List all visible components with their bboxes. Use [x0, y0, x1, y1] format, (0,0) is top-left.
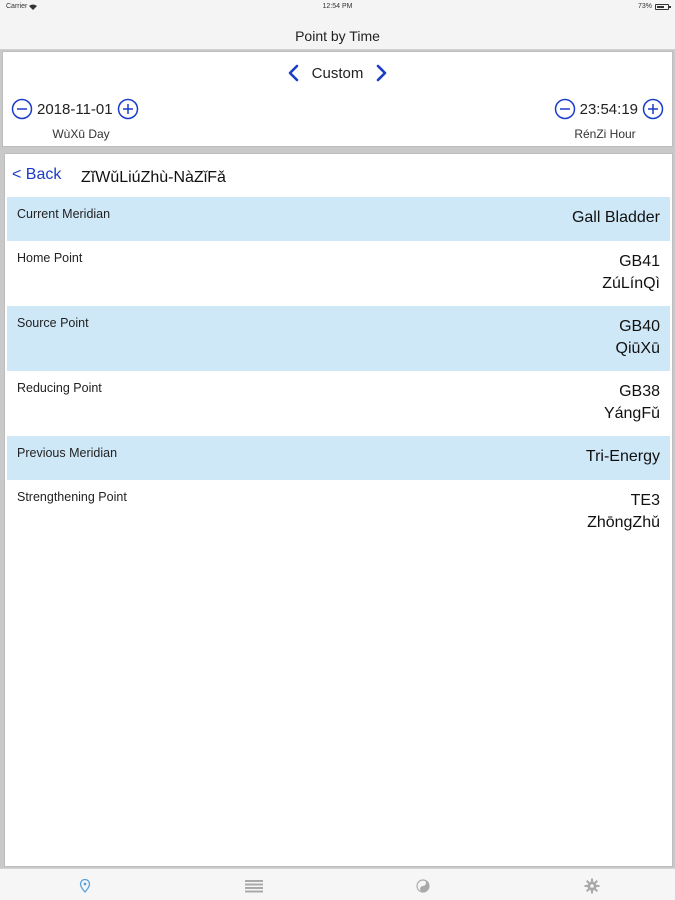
time-selector-card: Custom 2018-11-01 WùXū Day 23:54:19 RénZ… [2, 51, 673, 147]
row-point-name: ZhōngZhǔ [587, 514, 660, 531]
row-point-code: TE3 [630, 492, 660, 509]
date-value: 2018-11-01 [37, 100, 113, 118]
nav-title: Point by Time [295, 28, 380, 44]
row-value: Gall Bladder [571, 209, 660, 226]
plus-circle-icon [117, 98, 138, 120]
plus-circle-icon [642, 98, 664, 120]
date-stepper: 2018-11-01 [11, 98, 139, 120]
status-bar: Carrier 12:54 PM 73% [0, 0, 675, 14]
list-icon [245, 880, 263, 893]
back-button[interactable]: < Back [12, 166, 61, 184]
time-increment-button[interactable] [642, 98, 664, 120]
previous-meridian-row: Previous Meridian Tri-Energy [7, 436, 670, 480]
time-decrement-button[interactable] [554, 98, 576, 120]
minus-circle-icon [11, 98, 33, 120]
source-point-row: Source Point GB40 QiūXū [7, 306, 670, 371]
row-label: Current Meridian [17, 207, 111, 221]
previous-mode-chevron-icon[interactable] [284, 64, 302, 82]
home-point-row: Home Point GB41 ZúLínQì [7, 241, 670, 306]
gear-icon [584, 878, 600, 894]
tab-yin-yang[interactable] [413, 877, 433, 895]
next-mode-chevron-icon[interactable] [373, 64, 391, 82]
time-hour-label: RénZi Hour [574, 127, 636, 141]
mode-label: Custom [311, 64, 364, 82]
date-day-label: WùXū Day [52, 127, 110, 141]
battery-percent: 73% [637, 3, 652, 10]
point-detail-card: < Back ZĭWǔLiúZhù-NàZǐFǎ Current Meridia… [4, 153, 673, 867]
reducing-point-row: Reducing Point GB38 YángFǔ [7, 371, 670, 436]
tab-bar [0, 868, 675, 900]
status-time: 12:54 PM [322, 3, 353, 10]
detail-title: ZĭWǔLiúZhù-NàZǐFǎ [81, 169, 226, 186]
yin-yang-icon [416, 879, 430, 893]
row-label: Strengthening Point [17, 490, 127, 504]
row-point-code: GB38 [619, 383, 660, 400]
tab-list[interactable] [244, 877, 264, 895]
row-point-name: QiūXū [615, 340, 660, 357]
row-label: Source Point [17, 316, 89, 330]
date-decrement-button[interactable] [11, 98, 33, 120]
strengthening-point-row: Strengthening Point TE3 ZhōngZhǔ [7, 480, 670, 545]
time-stepper: 23:54:19 [554, 98, 664, 120]
location-pin-icon [79, 879, 91, 893]
row-label: Previous Meridian [17, 446, 118, 460]
navigation-bar: Point by Time [0, 14, 675, 50]
minus-circle-icon [554, 98, 575, 120]
row-point-code: GB41 [619, 253, 660, 270]
battery-icon [655, 3, 671, 10]
row-value: Tri-Energy [585, 448, 660, 465]
tab-settings[interactable] [582, 877, 602, 895]
row-point-name: YángFǔ [603, 405, 660, 422]
date-increment-button[interactable] [117, 98, 139, 120]
mode-selector: Custom [3, 64, 672, 82]
row-label: Home Point [17, 251, 83, 265]
current-meridian-row: Current Meridian Gall Bladder [7, 197, 670, 241]
detail-header: < Back ZĭWǔLiúZhù-NàZǐFǎ [5, 154, 672, 194]
row-label: Reducing Point [17, 381, 102, 395]
row-point-name: ZúLínQì [602, 275, 660, 292]
tab-point-by-time[interactable] [75, 877, 95, 895]
row-point-code: GB40 [619, 318, 660, 335]
time-value: 23:54:19 [579, 100, 638, 118]
battery-indicator: 73% [637, 3, 671, 10]
